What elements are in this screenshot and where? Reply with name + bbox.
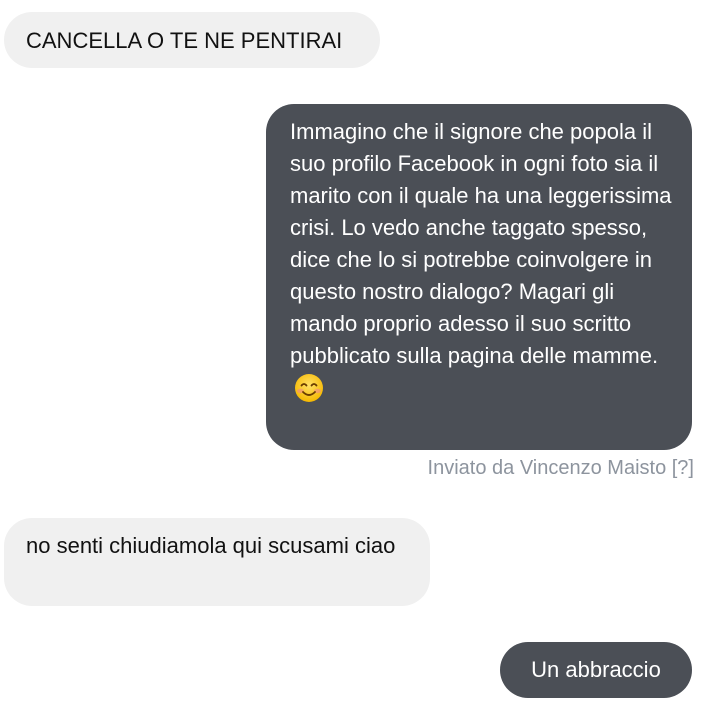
outgoing-message-bubble[interactable]: Immagino che il signore che popola il su… bbox=[266, 104, 692, 450]
smiling-face-icon bbox=[294, 373, 324, 403]
chat-thread: CANCELLA O TE NE PENTIRAI Immagino che i… bbox=[0, 0, 708, 702]
sent-by-label[interactable]: Inviato da Vincenzo Maisto [?] bbox=[428, 454, 694, 482]
message-text: CANCELLA O TE NE PENTIRAI bbox=[26, 28, 343, 53]
outgoing-message-bubble[interactable]: Un abbraccio bbox=[500, 642, 692, 698]
message-text: no senti chiudiamola qui scusami ciao bbox=[26, 533, 396, 558]
incoming-message-bubble[interactable]: no senti chiudiamola qui scusami ciao bbox=[4, 518, 430, 606]
message-text: Un abbraccio bbox=[531, 657, 661, 682]
incoming-message-bubble[interactable]: CANCELLA O TE NE PENTIRAI bbox=[4, 12, 380, 68]
message-text: Immagino che il signore che popola il su… bbox=[290, 119, 672, 368]
